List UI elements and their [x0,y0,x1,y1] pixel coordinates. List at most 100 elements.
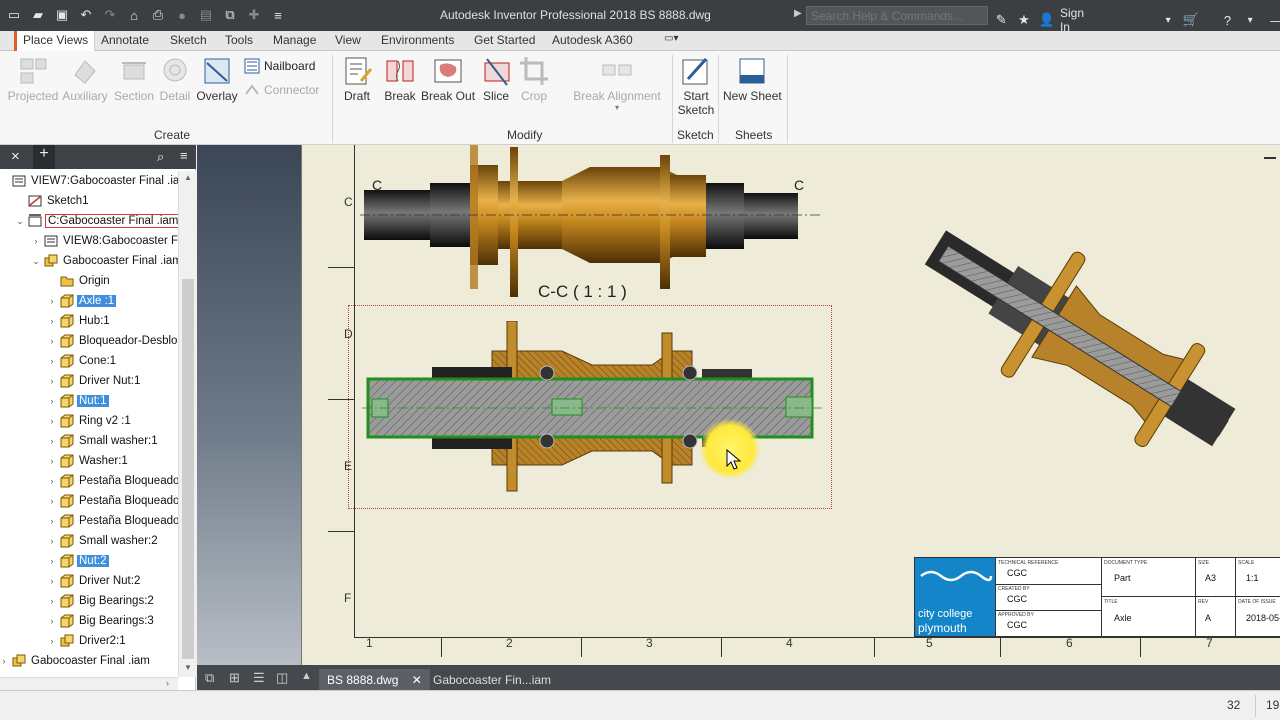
section-button[interactable]: Section [111,55,157,103]
update-icon[interactable]: ⧉ [220,6,240,24]
open-icon[interactable]: ▰ [28,6,48,24]
appearance-icon[interactable]: ▤ [196,6,216,24]
collapse-chevron-icon[interactable]: ⌄ [14,216,26,227]
measure-icon[interactable]: ✚ [244,6,264,24]
auxiliary-button[interactable]: Auxiliary [60,55,110,103]
help-icon[interactable]: ? [1218,11,1237,29]
tab-tools[interactable]: Tools [225,33,253,47]
hub-section-view[interactable] [362,321,822,495]
tab-autodesk-a360[interactable]: Autodesk A360 [552,33,633,47]
start-sketch-button[interactable]: Start Sketch [677,55,715,117]
search-icon[interactable]: ⌕ [157,149,164,165]
doc-tab-bs8888[interactable]: BS 8888.dwg ✕ [319,669,430,690]
tree-node[interactable]: › Bloqueador-Desbloquea [46,331,178,351]
tree-node[interactable]: › Small washer:2 [46,531,160,551]
close-tab-icon[interactable]: ✕ [412,673,422,687]
expand-chevron-icon[interactable]: › [46,296,58,306]
tab-view[interactable]: View [335,33,361,47]
add-icon[interactable]: + [33,145,55,169]
tab-sketch[interactable]: Sketch [170,33,207,47]
ribbon-options-icon[interactable]: ▭▾ [664,33,678,44]
redo-icon[interactable]: ↷ [100,6,120,24]
expand-chevron-icon[interactable]: › [0,656,10,666]
home-icon[interactable]: ⌂ [124,6,144,24]
minimize-view-icon[interactable] [1264,157,1276,159]
horizontal-tile-icon[interactable]: ☰ [253,670,265,686]
cart-icon[interactable]: 🛒 [1181,11,1200,29]
tree-node[interactable]: › Big Bearings:2 [46,591,156,611]
close-icon[interactable]: × [11,148,20,165]
vertical-tile-icon[interactable]: ◫ [276,670,288,686]
tree-node[interactable]: VIEW7:Gabocoaster Final .iam [0,171,178,191]
tree-node[interactable]: › Pestaña Bloqueadora:4 [46,511,178,531]
scroll-down-icon[interactable]: ▼ [184,663,192,672]
new-file-icon[interactable]: ▭ [4,6,24,24]
expand-chevron-icon[interactable]: › [46,516,58,526]
overlay-button[interactable]: Overlay [195,55,239,103]
tile-icon[interactable]: ⧉ [205,670,214,686]
expand-chevron-icon[interactable]: › [46,376,58,386]
tree-node[interactable]: Origin [46,271,112,291]
tree-node[interactable]: › Big Bearings:3 [46,611,156,631]
expand-chevron-icon[interactable]: › [46,396,58,406]
tree-node[interactable]: › Ring v2 :1 [46,411,133,431]
expand-chevron-icon[interactable]: › [46,556,58,566]
grid-icon[interactable]: ⊞ [229,670,240,686]
favorite-star-icon[interactable]: ★ [1015,11,1034,29]
expand-chevron-icon[interactable]: › [46,496,58,506]
tree-node[interactable]: › Hub:1 [46,311,112,331]
tab-get-started[interactable]: Get Started [474,33,535,47]
slice-button[interactable]: Slice [481,55,511,103]
tree-node[interactable]: › Axle :1 [46,291,117,311]
tree-node[interactable]: › VIEW8:Gabocoaster Final . [30,231,179,251]
undo-icon[interactable]: ↶ [76,6,96,24]
search-input[interactable] [806,6,988,25]
expand-chevron-icon[interactable]: › [46,356,58,366]
browser-hscrollbar[interactable]: › [0,677,178,690]
draft-button[interactable]: Draft [339,55,375,103]
tree-node[interactable]: › Driver Nut:1 [46,371,142,391]
material-icon[interactable]: ● [172,6,192,24]
tree-node[interactable]: › Small washer:1 [46,431,160,451]
minimize-icon[interactable]: — [1267,11,1280,29]
chevron-down-icon[interactable]: ▾ [1159,11,1178,29]
expand-chevron-icon[interactable]: › [30,236,42,246]
projected-button[interactable]: Projected [6,55,60,103]
tree-node[interactable]: › Gabocoaster Final .iam [0,651,152,671]
expand-chevron-icon[interactable]: › [46,316,58,326]
tree-node[interactable]: › Driver2:1 [46,631,128,651]
tab-place-views[interactable]: Place Views [14,31,96,52]
expand-chevron-icon[interactable]: › [46,416,58,426]
scroll-up-icon[interactable]: ▲ [184,173,192,182]
tree-node[interactable]: › Pestaña Bloqueadora:2 [46,471,178,491]
tree-node[interactable]: Sketch1 [14,191,91,211]
expand-chevron-icon[interactable]: › [46,596,58,606]
customize-icon[interactable]: ≡ [268,6,288,24]
tree-node[interactable]: › Nut:2 [46,551,109,571]
doc-tab-gabocoaster[interactable]: Gabocoaster Fin...iam [425,669,559,690]
expand-chevron-icon[interactable]: › [46,536,58,546]
detail-button[interactable]: Detail [157,55,193,103]
tree-node[interactable]: › Nut:1 [46,391,109,411]
tab-environments[interactable]: Environments [381,33,454,47]
drawing-sheet[interactable]: C D E F 1 2 3 4 5 6 7 C C C-C (1: 1) … [301,145,1280,665]
tree-node[interactable]: › Cone:1 [46,351,118,371]
break-alignment-button[interactable]: Break Alignment ▾ [569,55,665,112]
expand-chevron-icon[interactable]: › [46,636,58,646]
hub-isometric-view[interactable] [908,225,1248,455]
connector-button[interactable]: Connector [244,82,319,98]
expand-chevron-icon[interactable]: › [46,576,58,586]
menu-icon[interactable]: ≡ [180,148,188,163]
tree-node[interactable]: › Pestaña Bloqueadora:3 [46,491,178,511]
tab-annotate[interactable]: Annotate [101,33,149,47]
tree-node[interactable]: ⌄ C:Gabocoaster Final .iam [14,211,178,231]
tree-node[interactable]: › Driver Nut:2 [46,571,142,591]
expand-chevron-icon[interactable]: › [46,336,58,346]
binoculars-icon[interactable]: ✎ [992,11,1011,29]
user-icon[interactable]: 👤 [1037,11,1056,29]
collapse-chevron-icon[interactable]: ⌄ [30,256,42,267]
break-out-button[interactable]: Break Out [421,55,475,103]
expand-chevron-icon[interactable]: › [46,476,58,486]
tree-node[interactable]: ⌄ Gabocoaster Final .iam [30,251,178,271]
nailboard-button[interactable]: Nailboard [244,58,315,74]
